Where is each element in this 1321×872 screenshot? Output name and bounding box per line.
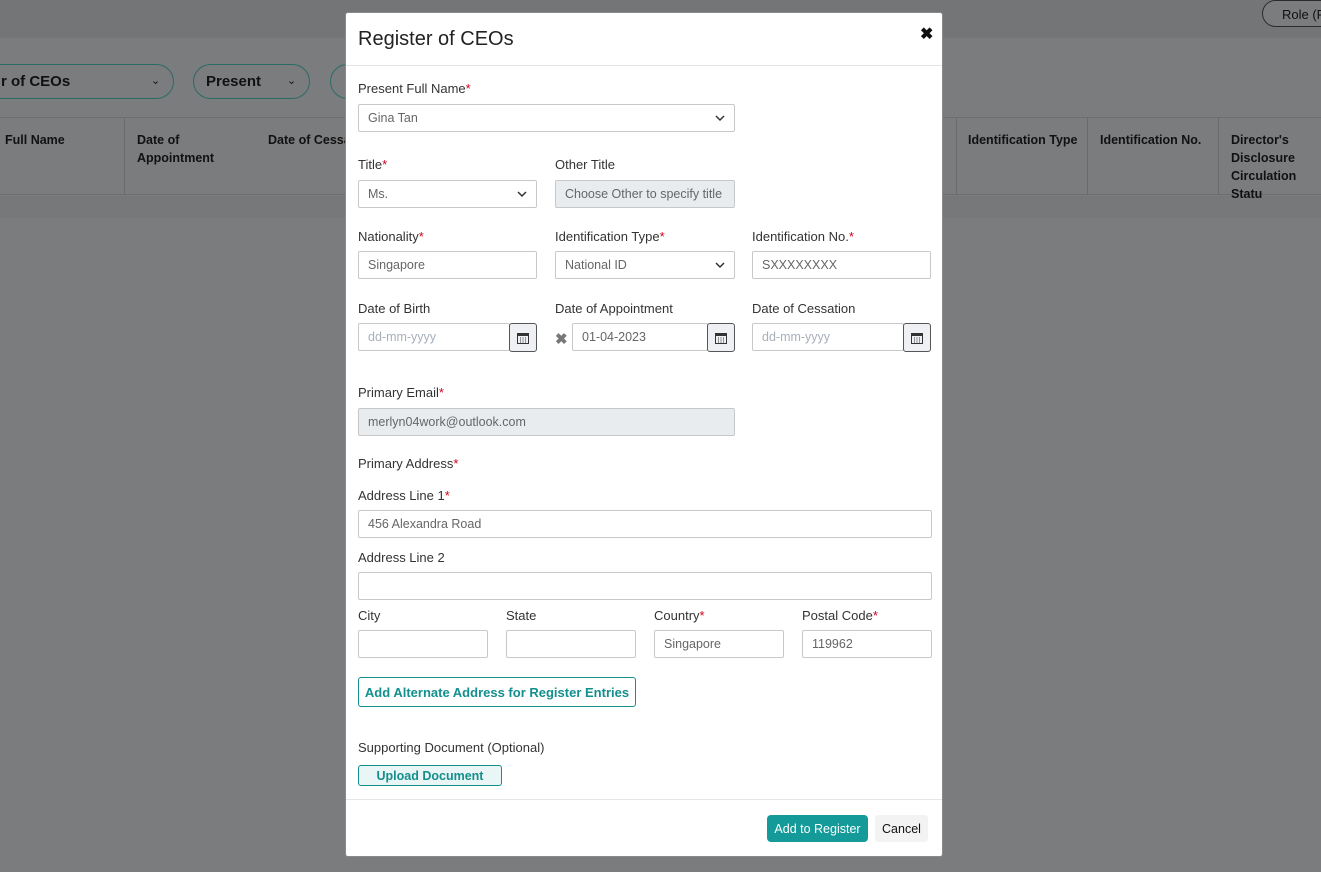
address-line2-label: Address Line 2 — [358, 550, 445, 565]
present-full-name-value: Gina Tan — [368, 111, 418, 125]
state-input[interactable] — [506, 630, 636, 658]
column-header-date-of-cessation[interactable]: Date of Cessa — [268, 131, 351, 149]
identification-no-input[interactable]: SXXXXXXXX — [752, 251, 931, 279]
column-header-full-name[interactable]: Full Name — [5, 131, 65, 149]
present-full-name-select[interactable]: Gina Tan — [358, 104, 735, 132]
state-label: State — [506, 608, 537, 623]
modal-header: Register of CEOs ✖ — [346, 13, 942, 66]
other-title-label: Other Title — [555, 157, 615, 172]
chevron-down-icon — [715, 262, 725, 269]
supporting-document-label: Supporting Document (Optional) — [358, 740, 545, 755]
register-filter-label: r of CEOs — [1, 73, 71, 90]
primary-email-input[interactable]: merlyn04work@outlook.com — [358, 408, 735, 436]
other-title-input[interactable]: Choose Other to specify title — [555, 180, 735, 208]
column-divider — [124, 118, 125, 195]
add-to-register-button[interactable]: Add to Register — [767, 815, 868, 842]
country-label: Country* — [654, 608, 705, 623]
upload-document-button[interactable]: Upload Document — [358, 765, 502, 786]
column-divider — [1218, 118, 1219, 195]
modal-footer: Add to Register Cancel — [346, 799, 942, 857]
date-of-birth-placeholder: dd-mm-yyyy — [368, 330, 437, 344]
chevron-down-icon — [715, 115, 725, 122]
calendar-icon-button[interactable] — [509, 323, 537, 352]
modal-title: Register of CEOs — [358, 28, 514, 50]
other-title-placeholder: Choose Other to specify title — [565, 187, 723, 201]
chevron-down-icon: ⌄ — [287, 75, 297, 87]
cancel-button[interactable]: Cancel — [875, 815, 928, 842]
calendar-icon-button[interactable] — [707, 323, 735, 352]
calendar-icon — [517, 332, 529, 344]
title-select[interactable]: Ms. — [358, 180, 537, 208]
column-divider — [1087, 118, 1088, 195]
date-of-birth-label: Date of Birth — [358, 301, 431, 316]
column-divider — [956, 118, 957, 195]
chevron-down-icon: ⌄ — [151, 75, 161, 87]
status-filter-label: Present — [206, 73, 262, 90]
clear-date-icon[interactable]: ✖ — [555, 330, 568, 348]
address-line1-value: 456 Alexandra Road — [368, 517, 482, 531]
address-line1-label: Address Line 1* — [358, 488, 450, 503]
date-of-cessation-label: Date of Cessation — [752, 301, 856, 316]
country-value: Singapore — [664, 637, 721, 651]
calendar-icon-button[interactable] — [903, 323, 931, 352]
primary-email-value: merlyn04work@outlook.com — [368, 415, 526, 429]
date-of-cessation-placeholder: dd-mm-yyyy — [762, 330, 831, 344]
status-filter-dropdown[interactable]: Present ⌄ — [193, 64, 310, 99]
postal-code-input[interactable]: 119962 — [802, 630, 932, 658]
date-of-birth-input[interactable]: dd-mm-yyyy — [358, 323, 510, 351]
title-value: Ms. — [368, 187, 389, 201]
column-header-identification-type[interactable]: Identification Type — [968, 131, 1078, 149]
identification-no-value: SXXXXXXXX — [762, 258, 838, 272]
date-of-cessation-input[interactable]: dd-mm-yyyy — [752, 323, 904, 351]
chevron-down-icon — [517, 191, 527, 198]
country-input[interactable]: Singapore — [654, 630, 784, 658]
title-label: Title* — [358, 157, 388, 172]
register-filter-dropdown[interactable]: r of CEOs ⌄ — [0, 64, 174, 99]
close-icon[interactable]: ✖ — [920, 24, 933, 44]
nationality-value: Singapore — [368, 258, 425, 272]
primary-address-label: Primary Address* — [358, 456, 459, 471]
primary-email-label: Primary Email* — [358, 385, 444, 400]
identification-type-value: National ID — [565, 258, 627, 272]
present-full-name-label: Present Full Name* — [358, 81, 471, 96]
nationality-input[interactable]: Singapore — [358, 251, 537, 279]
calendar-icon — [715, 332, 727, 344]
column-header-identification-no[interactable]: Identification No. — [1100, 131, 1201, 149]
identification-no-label: Identification No.* — [752, 229, 854, 244]
postal-code-value: 119962 — [812, 637, 853, 651]
date-of-appointment-value: 01-04-2023 — [582, 330, 646, 344]
date-of-appointment-input[interactable]: 01-04-2023 — [572, 323, 708, 351]
identification-type-label: Identification Type* — [555, 229, 665, 244]
column-header-disclosure-status[interactable]: Director's Disclosure Circulation Statu — [1231, 131, 1321, 203]
postal-code-label: Postal Code* — [802, 608, 878, 623]
register-ceos-modal: Register of CEOs ✖ Present Full Name* Gi… — [345, 12, 943, 857]
add-alternate-address-button[interactable]: Add Alternate Address for Register Entri… — [358, 677, 636, 707]
address-line2-input[interactable] — [358, 572, 932, 600]
date-of-appointment-label: Date of Appointment — [555, 301, 673, 316]
calendar-icon — [911, 332, 923, 344]
identification-type-select[interactable]: National ID — [555, 251, 735, 279]
column-header-date-of-appointment[interactable]: Date of Appointment — [137, 131, 227, 167]
address-line1-input[interactable]: 456 Alexandra Road — [358, 510, 932, 538]
city-input[interactable] — [358, 630, 488, 658]
disclosure-status-header-text: Director's Disclosure Circulation Statu — [1231, 133, 1297, 201]
role-selector[interactable]: Role (P — [1262, 0, 1321, 27]
nationality-label: Nationality* — [358, 229, 424, 244]
city-label: City — [358, 608, 381, 623]
